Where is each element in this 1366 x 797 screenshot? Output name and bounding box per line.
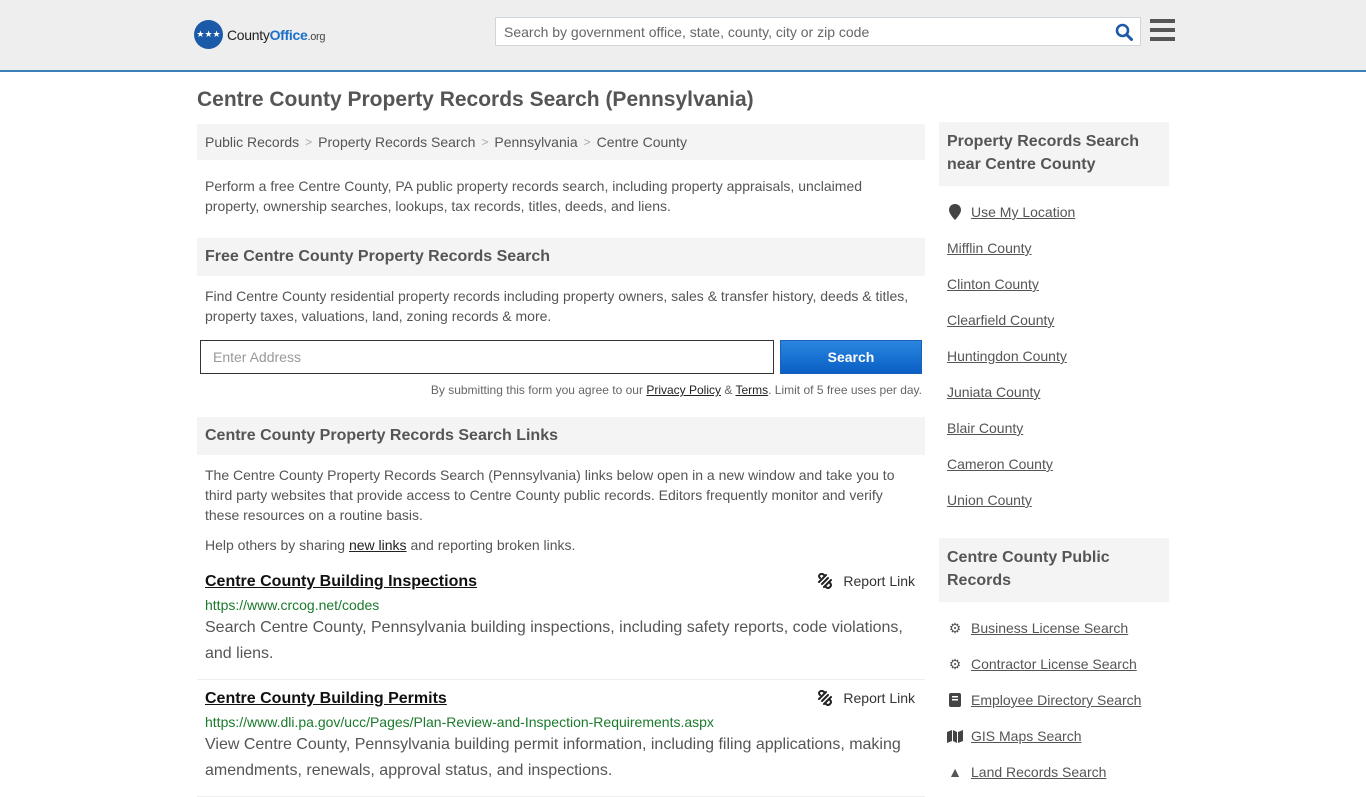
site-search [495, 17, 1141, 46]
nearby-heading: Property Records Search near Centre Coun… [939, 122, 1169, 186]
result-description: View Centre County, Pennsylvania buildin… [205, 736, 901, 779]
main-content: Public Records > Property Records Search >… [197, 124, 925, 797]
result-item: Centre County Building Inspections Repor… [197, 563, 925, 680]
broken-link-icon [818, 573, 833, 589]
breadcrumb-public-records[interactable]: Public Records [205, 134, 299, 150]
nearby-list: Use My Location Mifflin County Clinton C… [939, 194, 1169, 518]
nearby-county-link[interactable]: Mifflin County [947, 240, 1032, 256]
contractor-license-link[interactable]: Contractor License Search [971, 656, 1137, 672]
gis-maps-link[interactable]: GIS Maps Search [971, 728, 1082, 744]
site-logo[interactable]: ★★★ CountyOffice.org [194, 20, 326, 49]
breadcrumb-pennsylvania[interactable]: Pennsylvania [494, 134, 577, 150]
links-heading: Centre County Property Records Search Li… [197, 417, 925, 455]
logo-text: CountyOffice.org [227, 26, 326, 43]
sidebar: Property Records Search near Centre Coun… [939, 122, 1169, 790]
free-search-description: Find Centre County residential property … [205, 288, 909, 324]
result-url: https://www.crcog.net/codes [205, 597, 380, 613]
result-title-link[interactable]: Centre County Building Permits [205, 690, 447, 707]
new-links-link[interactable]: new links [349, 537, 407, 553]
help-text: Help others by sharing new links and rep… [205, 537, 576, 553]
privacy-policy-link[interactable]: Privacy Policy [646, 383, 721, 397]
result-url: https://www.dli.pa.gov/ucc/Pages/Plan-Re… [205, 714, 714, 730]
nearby-county-link[interactable]: Clinton County [947, 276, 1039, 292]
links-description: The Centre County Property Records Searc… [205, 467, 895, 523]
gear-icon: ⚙ [948, 655, 962, 672]
result-description: Search Centre County, Pennsylvania build… [205, 619, 903, 662]
breadcrumb-property-records-search[interactable]: Property Records Search [318, 134, 475, 150]
tree-icon: ▲ [948, 764, 962, 780]
search-icon [1115, 23, 1133, 41]
land-records-link[interactable]: Land Records Search [971, 764, 1106, 780]
hamburger-menu-icon[interactable] [1150, 19, 1175, 46]
nearby-county-link[interactable]: Clearfield County [947, 312, 1054, 328]
eagle-logo-icon: ★★★ [194, 20, 223, 49]
nearby-county-link[interactable]: Cameron County [947, 456, 1053, 472]
nearby-county-link[interactable]: Blair County [947, 420, 1023, 436]
site-header: ★★★ CountyOffice.org [0, 0, 1366, 72]
result-item: Centre County Building Permits Report Li… [197, 680, 925, 797]
business-license-link[interactable]: Business License Search [971, 620, 1128, 636]
address-input[interactable] [200, 340, 774, 374]
address-search-form: Search [197, 340, 925, 374]
employee-directory-link[interactable]: Employee Directory Search [971, 692, 1141, 708]
free-search-heading: Free Centre County Property Records Sear… [197, 238, 925, 276]
nearby-county-link[interactable]: Juniata County [947, 384, 1040, 400]
breadcrumb: Public Records > Property Records Search >… [197, 124, 925, 160]
breadcrumb-centre-county[interactable]: Centre County [597, 134, 687, 150]
map-marker-icon [947, 204, 963, 220]
intro-text: Perform a free Centre County, PA public … [205, 178, 863, 214]
use-my-location: Use My Location [947, 194, 1169, 230]
search-button[interactable] [1108, 18, 1140, 45]
book-icon [947, 693, 963, 707]
address-search-button[interactable]: Search [780, 340, 922, 374]
broken-link-icon [818, 690, 833, 706]
map-icon [947, 729, 963, 743]
nearby-county-link[interactable]: Union County [947, 492, 1032, 508]
public-records-heading: Centre County Public Records [939, 538, 1169, 602]
report-link-button[interactable]: Report Link [817, 573, 915, 589]
form-disclaimer: By submitting this form you agree to our… [430, 383, 922, 397]
report-link-button[interactable]: Report Link [817, 690, 915, 706]
use-my-location-link[interactable]: Use My Location [971, 204, 1075, 220]
public-records-list: ⚙ Business License Search ⚙ Contractor Lic… [939, 610, 1169, 790]
gears-icon: ⚙ [948, 619, 962, 636]
page-title: Centre County Property Records Search (P… [197, 88, 754, 111]
result-title-link[interactable]: Centre County Building Inspections [205, 573, 477, 590]
terms-link[interactable]: Terms [735, 383, 768, 397]
nearby-county-link[interactable]: Huntingdon County [947, 348, 1067, 364]
site-search-input[interactable] [496, 18, 1108, 45]
